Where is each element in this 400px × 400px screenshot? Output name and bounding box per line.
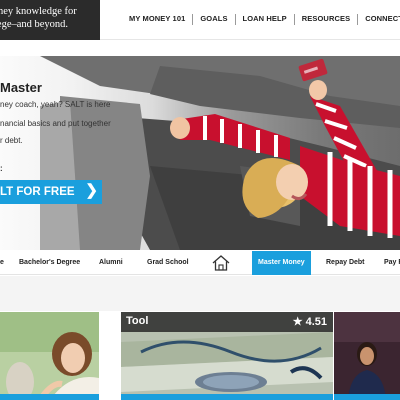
category-tab-master-money[interactable]: Master Money [252,251,311,275]
tool-card-header: Tool ★ 4.51 [121,312,333,332]
star-icon: ★ [292,316,303,328]
category-tab-alumni[interactable]: Alumni [99,251,123,275]
category-tab-repay-debt[interactable]: Repay Debt [326,251,365,275]
site-logo[interactable]: ney knowledge for lege–and beyond. [0,0,100,40]
card-photo [334,312,400,400]
nav-loan-help[interactable]: LOAN HELP [236,13,294,25]
hero-title: Master [0,80,42,95]
category-nav: e Bachelor's Degree Alumni Grad School M… [0,251,400,275]
home-icon[interactable] [212,255,230,271]
content-card[interactable] [0,312,99,400]
category-tab-bachelors[interactable]: Bachelor's Degree [19,251,80,275]
card-accent-bar [0,394,99,400]
hero-text-line: nancial basics and put together [0,119,111,128]
hero-banner: Master ney coach, yeah? SALT is here nan… [0,56,400,250]
nav-goals[interactable]: GOALS [193,13,234,25]
rating-value: 4.51 [305,316,327,328]
join-free-button[interactable]: LT FOR FREE ❯ [0,180,102,204]
category-tab-grad-school[interactable]: Grad School [147,251,189,275]
chevron-right-icon: ❯ [85,182,98,199]
hero-text-line: ney coach, yeah? SALT is here [0,100,111,109]
card-accent-bar [121,394,333,400]
hero-photo [40,56,400,250]
nav-my-money-101[interactable]: MY MONEY 101 [122,13,192,25]
tool-card-rating: ★ 4.51 [293,315,327,328]
hero-text-line: r debt. [0,136,23,145]
content-card[interactable] [334,312,400,400]
tool-card[interactable]: Tool ★ 4.51 [121,312,333,400]
card-accent-bar [334,394,400,400]
nav-connect[interactable]: CONNECT [358,13,400,25]
main-nav: MY MONEY 101 GOALS LOAN HELP RESOURCES C… [122,13,400,25]
section-divider [0,276,400,311]
join-free-button-label: LT FOR FREE [0,186,75,198]
card-photo [0,312,99,400]
logo-tagline-line1: ney knowledge for [0,6,77,17]
hero-prompt-label: : [0,164,3,173]
category-tab-pay-for[interactable]: Pay F [384,251,400,275]
site-header: ney knowledge for lege–and beyond. MY MO… [0,0,400,40]
nav-resources[interactable]: RESOURCES [295,13,357,25]
tool-card-title: Tool [126,315,149,327]
logo-tagline-line2: lege–and beyond. [0,19,69,30]
category-tab-partial[interactable]: e [0,251,4,275]
